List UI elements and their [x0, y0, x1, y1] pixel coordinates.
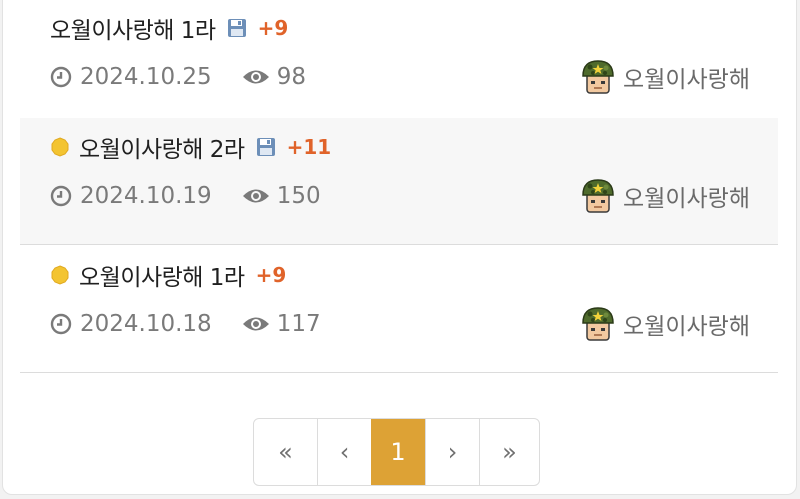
post-date: 2024.10.18	[80, 311, 212, 337]
author[interactable]: 오월이사랑해	[579, 178, 750, 214]
post-title[interactable]: 오월이사랑해 1라	[79, 258, 245, 292]
floppy-disk-icon	[256, 138, 275, 156]
eye-icon	[242, 317, 269, 331]
post-date: 2024.10.25	[80, 64, 212, 90]
eye-icon	[242, 189, 269, 203]
view-count: 98	[276, 64, 306, 90]
floppy-disk-icon	[227, 19, 246, 37]
author-name: 오월이사랑해	[623, 186, 750, 212]
last-page-button[interactable]: »	[479, 419, 539, 485]
soldier-avatar	[582, 60, 614, 94]
yellow-dot-icon	[51, 265, 69, 285]
pagination: « ‹ 1 › »	[253, 418, 540, 486]
clock-icon	[50, 185, 72, 207]
comment-count: +11	[286, 135, 332, 159]
soldier-avatar	[582, 179, 614, 213]
list-item[interactable]: 오월이사랑해 2라 +11 2024.10.19 150 오월이사랑해	[20, 118, 778, 245]
view-count: 150	[276, 183, 321, 209]
soldier-avatar	[582, 307, 614, 341]
comment-count: +9	[257, 16, 289, 40]
next-page-button[interactable]: ›	[425, 419, 479, 485]
prev-page-button[interactable]: ‹	[317, 419, 371, 485]
author[interactable]: 오월이사랑해	[579, 306, 750, 342]
comment-count: +9	[255, 263, 287, 287]
author-name: 오월이사랑해	[623, 314, 750, 340]
clock-icon	[50, 313, 72, 335]
author-name: 오월이사랑해	[623, 67, 750, 93]
author[interactable]: 오월이사랑해	[579, 59, 750, 95]
post-title[interactable]: 오월이사랑해 2라	[79, 130, 245, 164]
clock-icon	[50, 66, 72, 88]
first-page-button[interactable]: «	[254, 419, 317, 485]
eye-icon	[242, 70, 269, 84]
post-date: 2024.10.19	[80, 183, 212, 209]
page-button-current[interactable]: 1	[371, 419, 425, 485]
post-title[interactable]: 오월이사랑해 1라	[50, 11, 216, 45]
yellow-dot-icon	[51, 137, 69, 157]
view-count: 117	[276, 311, 321, 337]
list-item[interactable]: 오월이사랑해 1라 +9 2024.10.25 98 오월이사랑해	[20, 0, 778, 126]
list-item[interactable]: 오월이사랑해 1라 +9 2024.10.18 117 오월이사랑해	[20, 246, 778, 373]
